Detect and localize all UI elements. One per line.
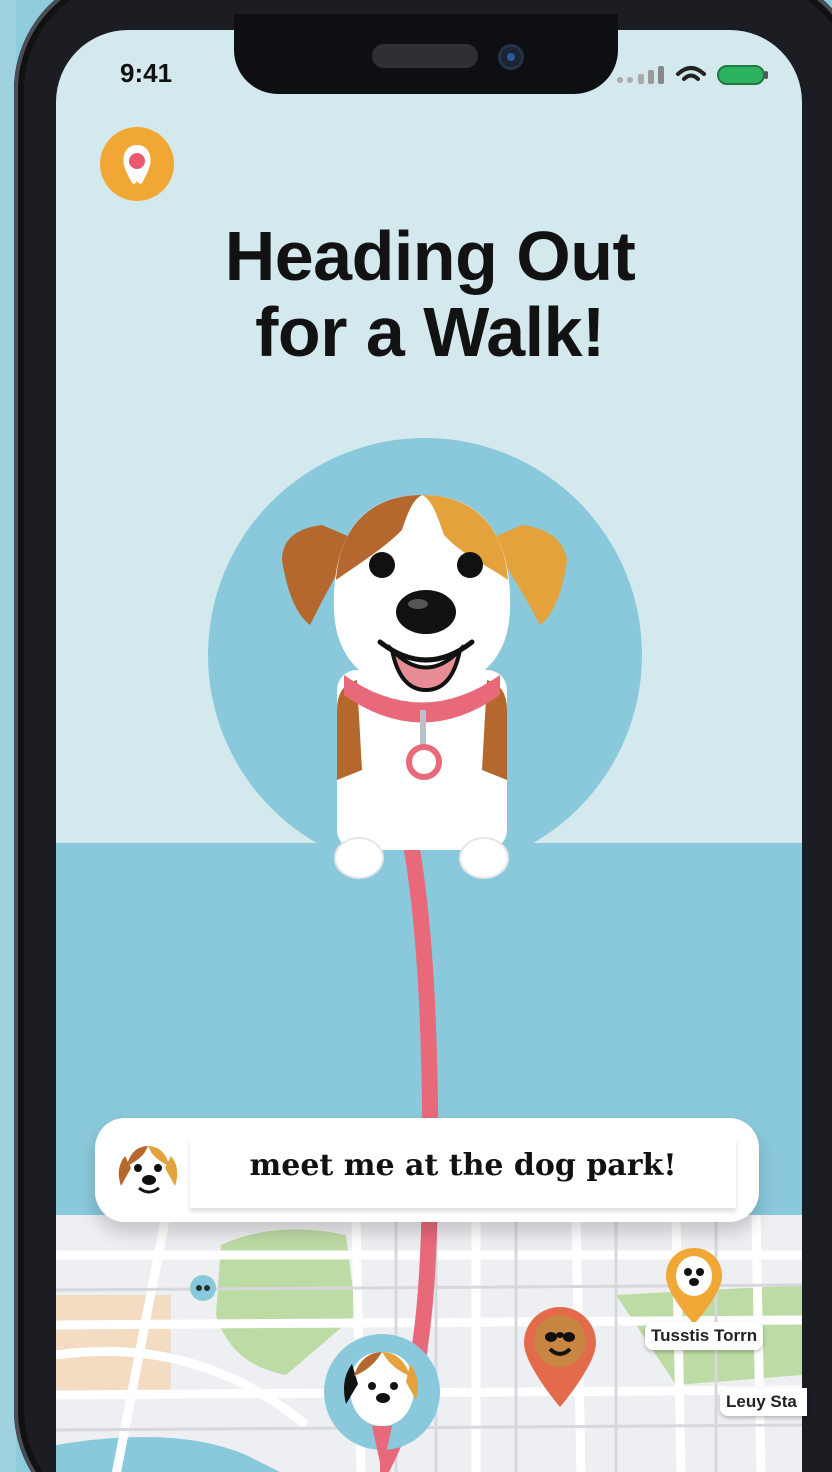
signal-bars-icon bbox=[617, 66, 664, 84]
status-icons bbox=[617, 65, 768, 85]
dog-location-marker-icon[interactable] bbox=[322, 1330, 442, 1472]
title-line-2: for a Walk! bbox=[255, 293, 605, 371]
map-pin-label-1: Tusstis Torrn bbox=[645, 1322, 764, 1350]
chat-message: meet me at the dog park! bbox=[249, 1148, 677, 1183]
dog-collar-tag-strap bbox=[420, 710, 426, 745]
dog-with-leash-illustration bbox=[282, 495, 567, 879]
dog-avatar-icon bbox=[118, 1146, 178, 1200]
map-pin-icon[interactable] bbox=[522, 1305, 598, 1409]
dog-face-pin-icon[interactable] bbox=[664, 1246, 724, 1326]
dog-paw-left bbox=[334, 837, 384, 879]
speaker-grille bbox=[372, 44, 478, 68]
paw-heart-icon[interactable] bbox=[100, 127, 174, 201]
dog-eye-right bbox=[457, 552, 483, 578]
dog-nose-shine bbox=[408, 599, 428, 609]
front-camera bbox=[498, 44, 524, 70]
map-poi-icon bbox=[190, 1275, 216, 1301]
dog-eye-left bbox=[369, 552, 395, 578]
map-pin-label-2: Leuy Sta bbox=[720, 1388, 807, 1416]
dog-paw-right bbox=[459, 837, 509, 879]
chat-bubble[interactable]: meet me at the dog park! bbox=[95, 1118, 759, 1222]
status-time: 9:41 bbox=[120, 58, 173, 88]
wifi-icon bbox=[676, 66, 706, 81]
dog-nose bbox=[396, 590, 456, 634]
page-title: Heading Out for a Walk! bbox=[150, 218, 710, 370]
title-line-1: Heading Out bbox=[224, 217, 636, 295]
battery-icon bbox=[717, 65, 768, 85]
